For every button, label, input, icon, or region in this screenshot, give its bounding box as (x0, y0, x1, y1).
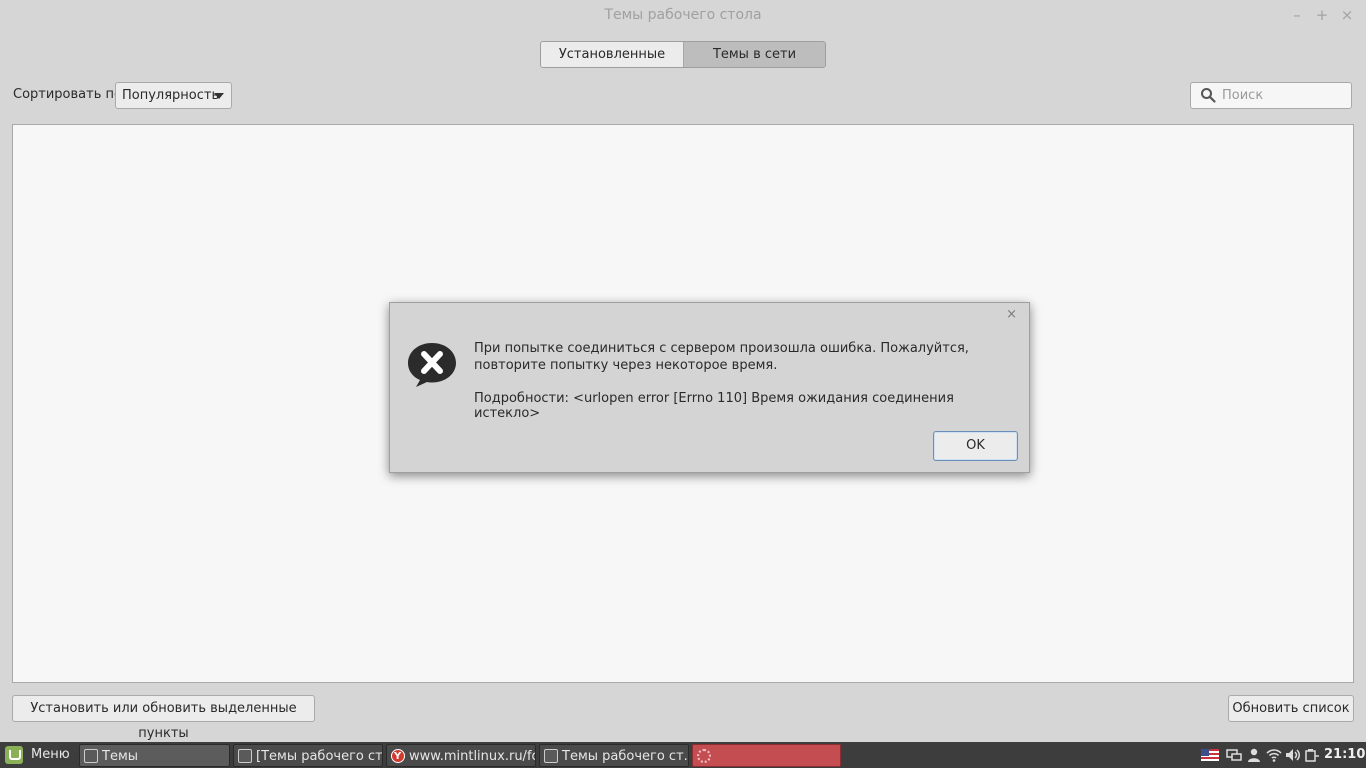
tab-installed-themes[interactable]: Установленные темы (541, 42, 684, 67)
maximize-button[interactable]: + (1312, 5, 1332, 25)
task-label: www.mintlinux.ru/fo... (409, 749, 535, 764)
taskbar-item-active[interactable] (692, 744, 841, 767)
settings-window-icon (84, 749, 98, 763)
close-button[interactable]: × (1337, 5, 1357, 25)
battery-icon[interactable] (1304, 747, 1320, 763)
error-details: Подробности: <urlopen error [Errno 110] … (474, 391, 954, 421)
yandex-browser-icon (391, 745, 405, 766)
ok-button[interactable]: OK (933, 431, 1018, 461)
refresh-list-button[interactable]: Обновить список (1228, 695, 1354, 722)
dialog-close-button[interactable]: × (1006, 307, 1017, 322)
search-box[interactable] (1190, 82, 1352, 109)
minimize-button[interactable]: – (1287, 5, 1307, 25)
us-flag-icon[interactable] (1201, 749, 1219, 761)
volume-icon[interactable] (1285, 747, 1301, 763)
error-dialog: × При попытке соединиться с сервером про… (389, 302, 1030, 473)
task-label: Темы рабочего ст... (562, 749, 689, 764)
dropdown-arrow-icon (214, 93, 224, 99)
taskbar: Меню Темы [Темы рабочего ст... www.mintl… (0, 742, 1366, 768)
task-label: Темы (102, 749, 139, 764)
taskbar-item-desktop-themes-1[interactable]: [Темы рабочего ст... (233, 744, 383, 767)
loading-gear-icon (697, 749, 711, 763)
start-menu-button[interactable]: Меню (0, 742, 76, 768)
linux-mint-icon (5, 746, 23, 764)
install-update-button[interactable]: Установить или обновить выделенные пункт… (12, 695, 315, 741)
task-label: [Темы рабочего ст... (256, 749, 383, 764)
desktop-themes-window: Темы рабочего стола – + × Установленные … (0, 0, 1366, 742)
taskbar-item-themes[interactable]: Темы (79, 744, 230, 767)
tab-switcher: Установленные темы Темы в сети (540, 41, 826, 68)
search-icon (1201, 88, 1216, 103)
clock[interactable]: 21:10 (1324, 742, 1365, 768)
search-input[interactable] (1222, 86, 1346, 105)
sort-label: Сортировать по (13, 87, 122, 102)
taskbar-item-desktop-themes-2[interactable]: Темы рабочего ст... (539, 744, 689, 767)
user-icon[interactable] (1246, 747, 1262, 763)
settings-window-icon (238, 749, 252, 763)
window-title: Темы рабочего стола (604, 7, 762, 23)
taskbar-item-browser[interactable]: www.mintlinux.ru/fo... (386, 744, 536, 767)
settings-window-icon (544, 749, 558, 763)
wifi-icon[interactable] (1266, 747, 1282, 763)
menu-label: Меню (31, 747, 70, 762)
sort-selected-value: Популярность (122, 88, 220, 103)
error-bubble-icon (408, 343, 456, 387)
display-icon[interactable] (1226, 747, 1242, 763)
sort-dropdown[interactable]: Популярность (115, 82, 232, 109)
tab-online-themes[interactable]: Темы в сети (684, 42, 825, 67)
error-message: При попытке соединиться с сервером произ… (474, 341, 969, 373)
